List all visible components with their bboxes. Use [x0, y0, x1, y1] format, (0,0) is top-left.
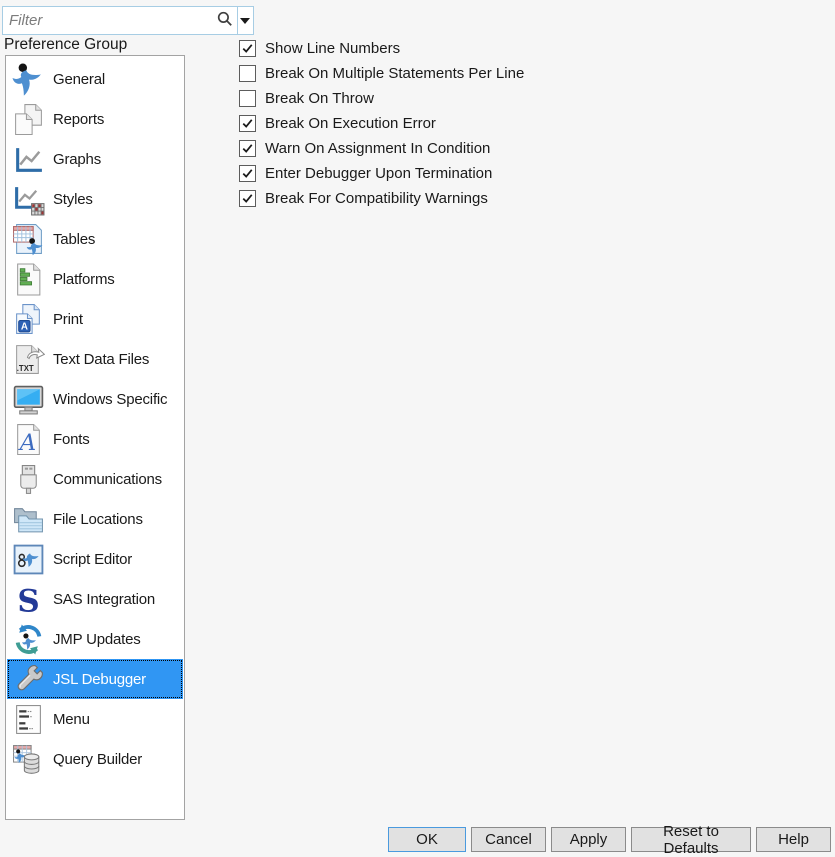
- option-label[interactable]: Show Line Numbers: [265, 40, 400, 57]
- sidebar-item-fonts[interactable]: A Fonts: [7, 419, 183, 459]
- apply-button[interactable]: Apply: [551, 827, 626, 852]
- search-icon: [216, 10, 234, 31]
- checked-checkbox[interactable]: [239, 190, 256, 207]
- checked-checkbox[interactable]: [239, 40, 256, 57]
- checked-checkbox[interactable]: [239, 115, 256, 132]
- sidebar-item-label: SAS Integration: [53, 590, 156, 608]
- sidebar-item-reports[interactable]: Reports: [7, 99, 183, 139]
- txt-file-icon: .TXT: [10, 341, 46, 377]
- line-graph-icon: [10, 141, 46, 177]
- cancel-button[interactable]: Cancel: [471, 827, 546, 852]
- sidebar-item-label: Text Data Files: [53, 350, 150, 368]
- preferences-dialog: { "filter": { "placeholder": "Filter" },…: [0, 0, 835, 857]
- sidebar-item-label: File Locations: [53, 510, 143, 528]
- sidebar-item-label: Script Editor: [53, 550, 133, 568]
- option-row-warn-on-assignment-in-condition: Warn On Assignment In Condition: [239, 136, 524, 161]
- svg-text:S: S: [17, 583, 39, 616]
- sidebar-item-general[interactable]: General: [7, 59, 183, 99]
- reports-pages-icon: [10, 101, 46, 137]
- svg-text:A: A: [20, 321, 27, 332]
- graph-styles-icon: [10, 181, 46, 217]
- script-editor-icon: [10, 541, 46, 577]
- help-button[interactable]: Help: [756, 827, 831, 852]
- chevron-down-icon: [240, 17, 251, 24]
- sidebar-item-text-data-files[interactable]: .TXT Text Data Files: [7, 339, 183, 379]
- dialog-button-row: OK Cancel Apply Reset to Defaults Help: [388, 823, 831, 857]
- ok-button[interactable]: OK: [388, 827, 466, 852]
- platform-report-icon: [10, 261, 46, 297]
- sas-logo-icon: S: [10, 581, 46, 617]
- update-arrows-icon: [10, 621, 46, 657]
- print-pages-icon: A: [10, 301, 46, 337]
- sidebar-item-label: Print: [53, 310, 83, 328]
- preference-group-label: Preference Group: [4, 36, 128, 53]
- sidebar-item-graphs[interactable]: Graphs: [7, 139, 183, 179]
- svg-text:A: A: [17, 429, 35, 455]
- filter-input[interactable]: [3, 7, 214, 34]
- sidebar-item-windows-specific[interactable]: Windows Specific: [7, 379, 183, 419]
- sidebar-item-label: General: [53, 70, 105, 88]
- option-label[interactable]: Break On Execution Error: [265, 115, 436, 132]
- sidebar-item-label: Platforms: [53, 270, 115, 288]
- sidebar-item-script-editor[interactable]: Script Editor: [7, 539, 183, 579]
- unchecked-checkbox[interactable]: [239, 65, 256, 82]
- data-table-icon: [10, 221, 46, 257]
- option-label[interactable]: Break On Throw: [265, 90, 374, 107]
- debugger-options-panel: Show Line Numbers Break On Multiple State…: [239, 36, 524, 211]
- filter-combo: [2, 6, 254, 35]
- wrench-icon: [10, 661, 46, 697]
- sidebar-item-label: Graphs: [53, 150, 101, 168]
- usb-plug-icon: [10, 461, 46, 497]
- sidebar-item-jmp-updates[interactable]: JMP Updates: [7, 619, 183, 659]
- sidebar-item-query-builder[interactable]: Query Builder: [7, 739, 183, 779]
- sidebar-item-menu[interactable]: Menu: [7, 699, 183, 739]
- unchecked-checkbox[interactable]: [239, 90, 256, 107]
- checked-checkbox[interactable]: [239, 140, 256, 157]
- sidebar-item-label: Windows Specific: [53, 390, 168, 408]
- sidebar-item-communications[interactable]: Communications: [7, 459, 183, 499]
- jmp-logo-icon: [10, 61, 46, 97]
- sidebar-item-styles[interactable]: Styles: [7, 179, 183, 219]
- search-button[interactable]: [214, 7, 237, 34]
- option-label[interactable]: Warn On Assignment In Condition: [265, 140, 490, 157]
- option-label[interactable]: Enter Debugger Upon Termination: [265, 165, 492, 182]
- preference-group-list: General Reports Graphs Styles Tables Platform…: [5, 55, 185, 820]
- database-query-icon: [10, 741, 46, 777]
- sidebar-item-print[interactable]: A Print: [7, 299, 183, 339]
- sidebar-item-label: JSL Debugger: [53, 670, 146, 688]
- sidebar-item-label: JMP Updates: [53, 630, 141, 648]
- option-row-enter-debugger-upon-termination: Enter Debugger Upon Termination: [239, 161, 524, 186]
- sidebar-item-label: Query Builder: [53, 750, 143, 768]
- option-row-break-for-compatibility-warnings: Break For Compatibility Warnings: [239, 186, 524, 211]
- option-label[interactable]: Break For Compatibility Warnings: [265, 190, 488, 207]
- sidebar-item-label: Communications: [53, 470, 162, 488]
- filter-dropdown-button[interactable]: [238, 7, 253, 34]
- sidebar-item-jsl-debugger[interactable]: JSL Debugger: [7, 659, 183, 699]
- option-row-show-line-numbers: Show Line Numbers: [239, 36, 524, 61]
- option-row-break-on-throw: Break On Throw: [239, 86, 524, 111]
- sidebar-item-label: Fonts: [53, 430, 90, 448]
- sidebar-item-label: Tables: [53, 230, 96, 248]
- sidebar-item-label: Menu: [53, 710, 90, 728]
- sidebar-item-platforms[interactable]: Platforms: [7, 259, 183, 299]
- svg-text:.TXT: .TXT: [16, 363, 33, 372]
- option-label[interactable]: Break On Multiple Statements Per Line: [265, 65, 524, 82]
- sidebar-item-file-locations[interactable]: File Locations: [7, 499, 183, 539]
- sidebar-item-label: Styles: [53, 190, 93, 208]
- option-row-break-on-execution-error: Break On Execution Error: [239, 111, 524, 136]
- folders-icon: [10, 501, 46, 537]
- sidebar-item-tables[interactable]: Tables: [7, 219, 183, 259]
- sidebar-item-label: Reports: [53, 110, 105, 128]
- checked-checkbox[interactable]: [239, 165, 256, 182]
- sidebar-item-sas-integration[interactable]: S SAS Integration: [7, 579, 183, 619]
- font-letter-icon: A: [10, 421, 46, 457]
- monitor-icon: [10, 381, 46, 417]
- option-row-break-on-multiple-statements-per-line: Break On Multiple Statements Per Line: [239, 61, 524, 86]
- reset-to-defaults-button[interactable]: Reset to Defaults: [631, 823, 751, 857]
- menu-list-icon: [10, 701, 46, 737]
